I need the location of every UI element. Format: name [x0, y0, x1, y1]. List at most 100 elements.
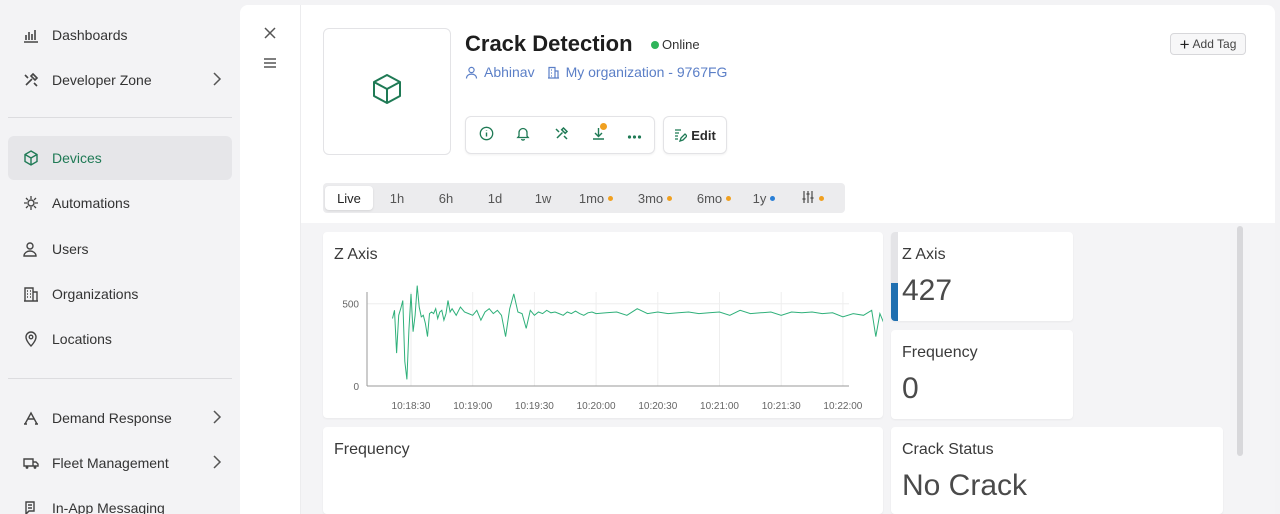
info-button[interactable] [476, 126, 496, 146]
range-1h[interactable]: 1h [380, 186, 414, 210]
sidebar-item-label: Developer Zone [52, 72, 152, 88]
sidebar-item-in-app-messaging[interactable]: In-App Messaging [8, 486, 232, 514]
user-icon [465, 66, 478, 79]
range-label: 6mo [696, 190, 723, 206]
sidebar-item-devices[interactable]: Devices [8, 136, 232, 180]
range-1mo[interactable]: 1mo [573, 186, 619, 210]
sidebar-item-developer-zone[interactable]: Developer Zone [8, 58, 232, 102]
range-label: 1d [487, 190, 503, 206]
more-dots-icon [627, 127, 642, 145]
sidebar-item-dashboards[interactable]: Dashboards [8, 13, 232, 57]
tools-button[interactable] [551, 126, 571, 146]
edit-label: Edit [691, 127, 716, 143]
owner-name: Abhinav [484, 64, 535, 80]
building-icon [22, 285, 40, 303]
range-dot [667, 195, 673, 201]
status-dot [651, 40, 659, 49]
location-pin-icon [22, 330, 40, 348]
range-3mo[interactable]: 3mo [631, 186, 679, 210]
sidebar-item-label: Locations [52, 331, 112, 347]
x-tick-label: 10:19:00 [453, 401, 492, 412]
add-tag-label: Add Tag [1192, 37, 1237, 51]
sidebar-item-users[interactable]: Users [8, 227, 232, 271]
sidebar-item-locations[interactable]: Locations [8, 317, 232, 361]
device-detail-panel: Crack Detection Online Abhinav My organi… [240, 5, 1275, 514]
x-tick-label: 10:20:30 [638, 401, 677, 412]
sidebar: Dashboards Developer Zone Devices Automa… [0, 0, 240, 514]
building-icon [547, 66, 559, 79]
truck-icon [22, 454, 40, 472]
x-tick-label: 10:18:30 [392, 401, 431, 412]
x-tick-label: 10:21:30 [762, 401, 801, 412]
range-6mo[interactable]: 6mo [690, 186, 738, 210]
range-dot [726, 195, 732, 201]
sliders-icon [801, 190, 815, 207]
demand-response-icon [22, 409, 40, 427]
sidebar-item-fleet-management[interactable]: Fleet Management [8, 441, 232, 485]
plus-icon: + [1179, 34, 1190, 54]
sidebar-item-demand-response[interactable]: Demand Response [8, 396, 232, 440]
x-tick-label: 10:22:00 [823, 401, 862, 412]
range-1y[interactable]: 1y [747, 186, 781, 210]
x-tick-label: 10:20:00 [577, 401, 616, 412]
crack-status-widget: Crack Status No Crack [891, 427, 1223, 514]
download-button[interactable] [588, 123, 608, 146]
panel-rail [240, 5, 301, 514]
sidebar-item-label: Devices [52, 150, 102, 166]
users-icon [22, 240, 40, 258]
device-action-toolbar [465, 116, 655, 154]
range-label: 1y [752, 190, 767, 206]
status-label: Online [662, 37, 700, 52]
scrollbar[interactable] [1237, 226, 1243, 456]
widget-title: Crack Status [902, 441, 994, 458]
range-dot [608, 195, 614, 201]
sidebar-item-automations[interactable]: Automations [8, 181, 232, 225]
level-bar-fill [891, 282, 898, 321]
time-range-selector: Live 1h 6h 1d 1w 1mo 3mo 6mo 1y [323, 183, 845, 213]
z-axis-value-widget: Z Axis 427 [891, 232, 1073, 321]
messaging-icon [22, 499, 40, 514]
device-name: Crack Detection [465, 31, 633, 56]
edit-button[interactable]: Edit [663, 116, 727, 154]
widget-title: Frequency [334, 441, 410, 458]
edit-icon [675, 128, 688, 142]
range-label: 6h [438, 190, 454, 206]
range-1d[interactable]: 1d [478, 186, 512, 210]
sidebar-item-organizations[interactable]: Organizations [8, 272, 232, 316]
range-label: Live [337, 190, 361, 206]
range-6h[interactable]: 6h [429, 186, 463, 210]
sidebar-item-label: Users [52, 241, 89, 257]
hamburger-menu-icon [263, 56, 277, 74]
device-meta: Abhinav My organization - 9767FG [465, 64, 739, 80]
notification-dot [599, 123, 607, 130]
organization-link[interactable]: My organization - 9767FG [547, 64, 728, 80]
menu-button[interactable] [260, 55, 280, 75]
range-custom[interactable] [795, 186, 829, 210]
range-1w[interactable]: 1w [526, 186, 560, 210]
cube-icon [370, 72, 404, 111]
automation-icon [22, 194, 40, 212]
more-button[interactable] [624, 126, 644, 146]
range-live[interactable]: Live [325, 186, 373, 210]
range-label: 1mo [578, 190, 605, 206]
close-icon [263, 26, 277, 45]
sidebar-item-label: In-App Messaging [52, 500, 165, 514]
info-icon [479, 126, 494, 146]
close-button[interactable] [260, 25, 280, 45]
tools-icon [22, 71, 40, 89]
frequency-value-widget: Frequency 0 [891, 330, 1073, 419]
chevron-right-icon [212, 71, 222, 92]
owner-link[interactable]: Abhinav [465, 64, 535, 80]
z-axis-chart-widget: Z Axis 10:18:30 10:19:00 10:19:30 10:20:00 1… [323, 232, 883, 418]
range-label: 3mo [637, 190, 664, 206]
organization-name: My organization - 9767FG [565, 64, 728, 80]
tools-icon [554, 126, 569, 146]
add-tag-button[interactable]: + Add Tag [1170, 33, 1246, 55]
sidebar-item-label: Organizations [52, 286, 139, 302]
status-badge: Online [651, 37, 700, 52]
series-line [392, 285, 883, 380]
notifications-button[interactable] [513, 126, 533, 146]
download-icon [591, 123, 607, 146]
range-dot [770, 195, 776, 201]
widget-title: Z Axis [902, 246, 946, 263]
